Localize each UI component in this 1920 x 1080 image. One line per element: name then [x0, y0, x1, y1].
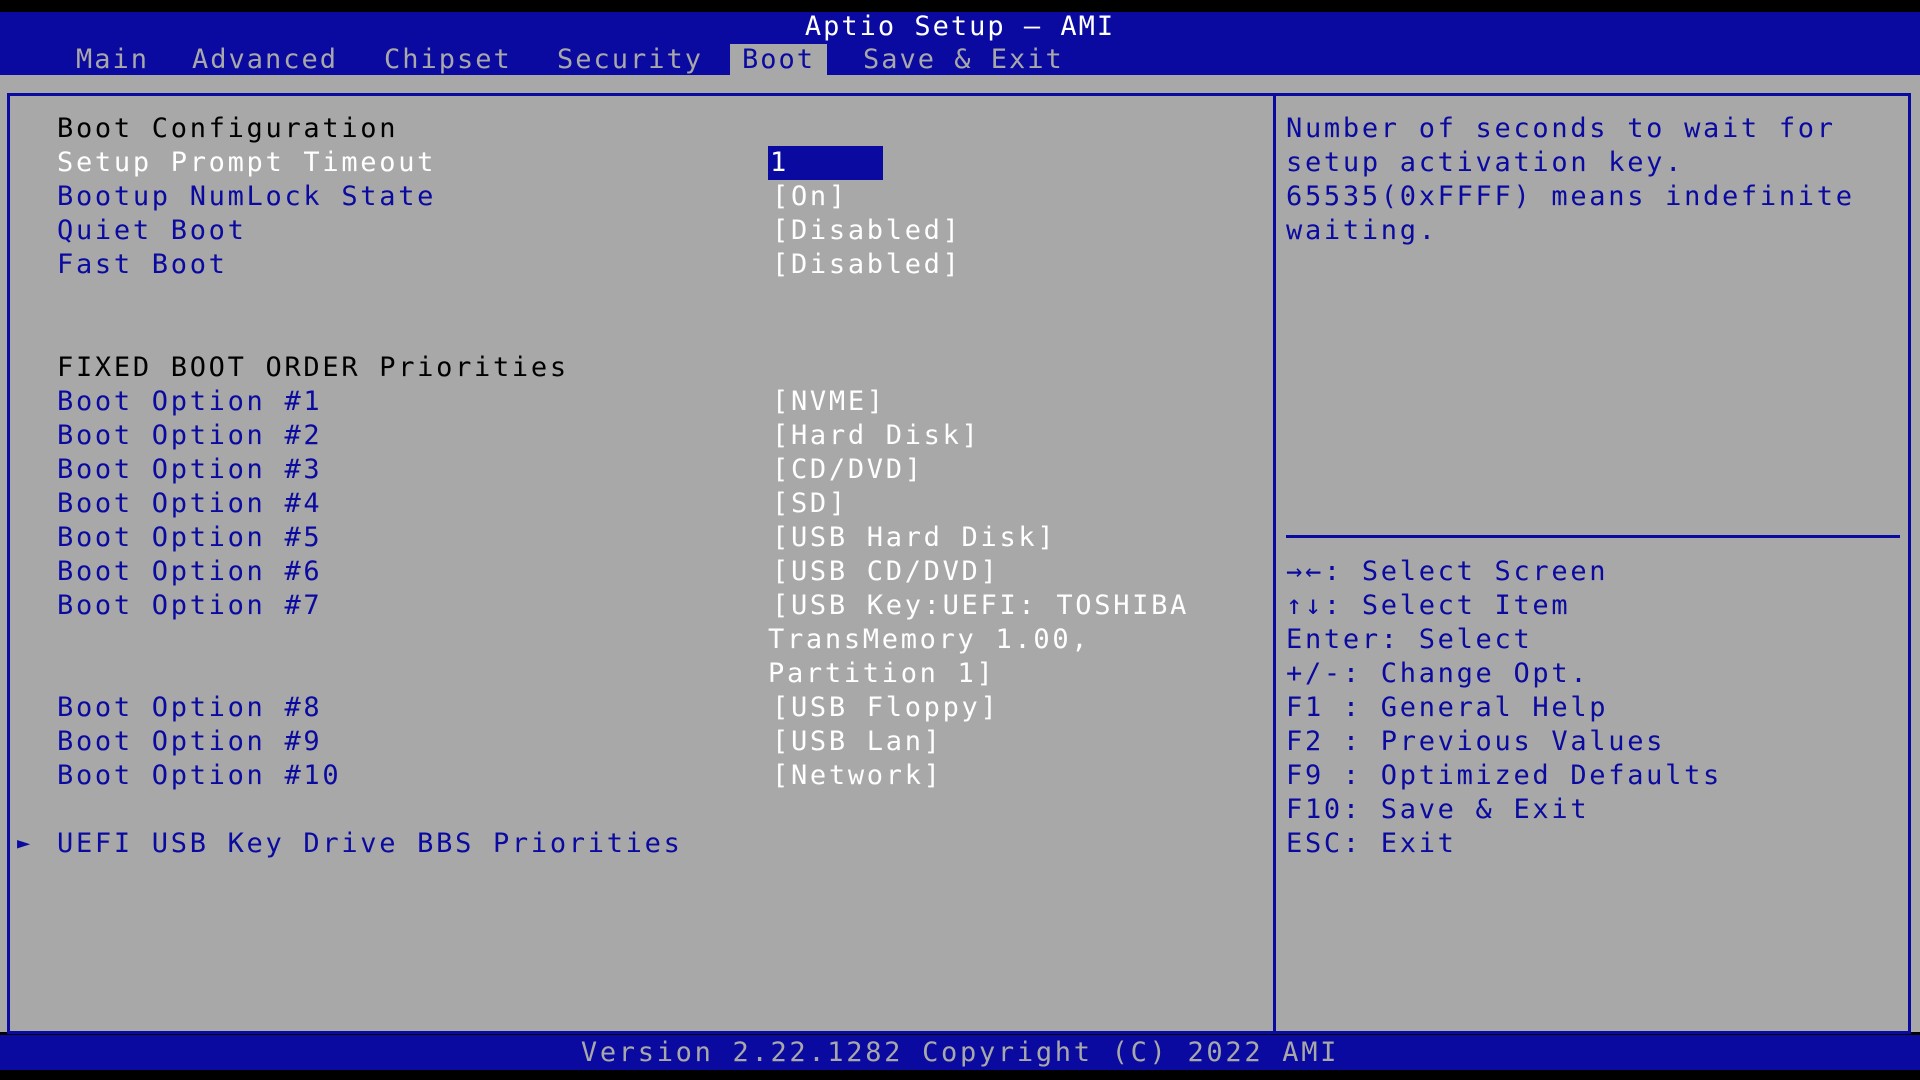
footer-bar: Version 2.22.1282 Copyright (C) 2022 AMI	[0, 1035, 1920, 1070]
submenu-arrow-icon: ►	[17, 831, 31, 856]
boot-option-3-value[interactable]: [CD/DVD]	[772, 453, 924, 487]
title-bar: Aptio Setup – AMI Main Advanced Chipset …	[0, 12, 1920, 75]
help-divider	[1286, 535, 1900, 538]
boot-option-5-value[interactable]: [USB Hard Disk]	[772, 521, 1056, 555]
boot-option-3-label[interactable]: Boot Option #3	[57, 453, 322, 487]
key-hint-optimized-defaults: F9 : Optimized Defaults	[1286, 760, 1722, 791]
tab-boot[interactable]: Boot	[730, 44, 828, 75]
tab-chipset[interactable]: Chipset	[372, 44, 524, 75]
tab-advanced[interactable]: Advanced	[180, 44, 350, 75]
key-hint-select-screen: →←: Select Screen	[1286, 556, 1609, 587]
boot-option-4-value[interactable]: [SD]	[772, 487, 848, 521]
boot-option-8-value[interactable]: [USB Floppy]	[772, 691, 999, 725]
boot-option-7-label[interactable]: Boot Option #7	[57, 589, 322, 623]
boot-option-1-value[interactable]: [NVME]	[772, 385, 886, 419]
boot-option-7-value-line-2[interactable]: TransMemory 1.00,	[768, 623, 1090, 657]
help-text-line-3: 65535(0xFFFF) means indefinite	[1286, 181, 1855, 212]
tab-main[interactable]: Main	[64, 44, 161, 75]
numlock-state-label[interactable]: Bootup NumLock State	[57, 180, 436, 214]
key-hint-previous-values: F2 : Previous Values	[1286, 726, 1666, 757]
boot-option-9-label[interactable]: Boot Option #9	[57, 725, 322, 759]
tab-save-exit[interactable]: Save & Exit	[851, 44, 1076, 75]
numlock-state-value[interactable]: [On]	[772, 180, 848, 214]
section-fixed-boot-order: FIXED BOOT ORDER Priorities	[57, 352, 569, 383]
boot-option-10-label[interactable]: Boot Option #10	[57, 759, 341, 793]
section-boot-configuration: Boot Configuration	[57, 113, 399, 144]
boot-option-6-label[interactable]: Boot Option #6	[57, 555, 322, 589]
help-text-line-4: waiting.	[1286, 215, 1438, 246]
fast-boot-label[interactable]: Fast Boot	[57, 248, 228, 282]
boot-option-10-value[interactable]: [Network]	[772, 759, 943, 793]
boot-option-8-label[interactable]: Boot Option #8	[57, 691, 322, 725]
quiet-boot-label[interactable]: Quiet Boot	[57, 214, 247, 248]
setup-prompt-timeout-field[interactable]: 1	[768, 146, 883, 180]
boot-option-2-label[interactable]: Boot Option #2	[57, 419, 322, 453]
tab-security[interactable]: Security	[545, 44, 715, 75]
boot-option-6-value[interactable]: [USB CD/DVD]	[772, 555, 999, 589]
fast-boot-value[interactable]: [Disabled]	[772, 248, 962, 282]
key-hint-save-exit: F10: Save & Exit	[1286, 794, 1590, 825]
boot-option-4-label[interactable]: Boot Option #4	[57, 487, 322, 521]
key-hint-select-item: ↑↓: Select Item	[1286, 590, 1571, 621]
boot-option-7-value-line-3[interactable]: Partition 1]	[768, 657, 995, 691]
quiet-boot-value[interactable]: [Disabled]	[772, 214, 962, 248]
setup-prompt-timeout-label[interactable]: Setup Prompt Timeout	[57, 146, 436, 180]
boot-option-7-value-line-1[interactable]: [USB Key:UEFI: TOSHIBA	[772, 589, 1189, 623]
boot-option-2-value[interactable]: [Hard Disk]	[772, 419, 981, 453]
help-text-line-2: setup activation key.	[1286, 147, 1685, 178]
key-hint-change-opt: +/-: Change Opt.	[1286, 658, 1590, 689]
boot-option-5-label[interactable]: Boot Option #5	[57, 521, 322, 555]
version-text: Version 2.22.1282 Copyright (C) 2022 AMI	[580, 1037, 1340, 1068]
key-hint-general-help: F1 : General Help	[1286, 692, 1609, 723]
boot-option-1-label[interactable]: Boot Option #1	[57, 385, 322, 419]
boot-option-9-value[interactable]: [USB Lan]	[772, 725, 943, 759]
key-hint-esc-exit: ESC: Exit	[1286, 828, 1457, 859]
help-text-line-1: Number of seconds to wait for	[1286, 113, 1836, 144]
submenu-uefi-usb-key-bbs-priorities[interactable]: UEFI USB Key Drive BBS Priorities	[57, 827, 683, 861]
app-title: Aptio Setup – AMI	[804, 11, 1116, 42]
key-hint-enter-select: Enter: Select	[1286, 624, 1533, 655]
